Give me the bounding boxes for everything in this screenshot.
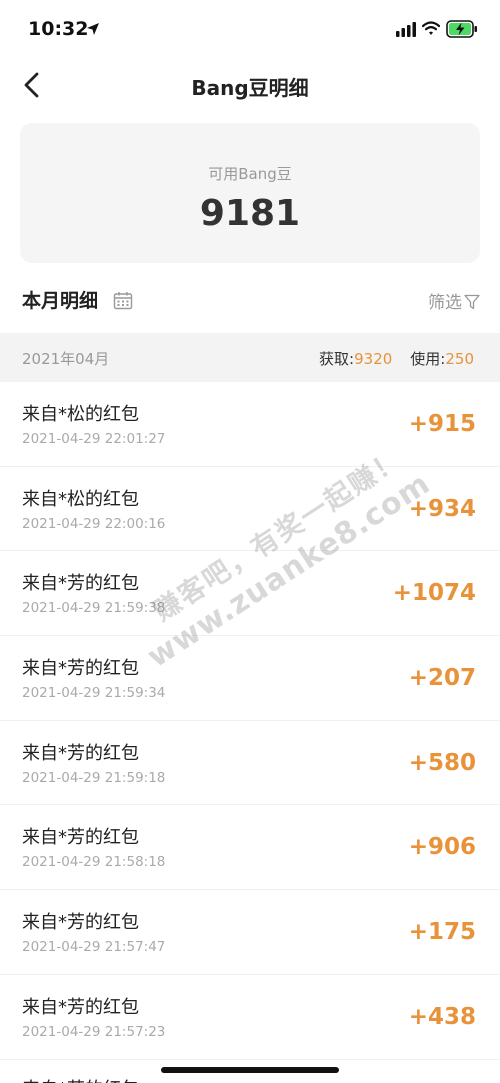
list-item[interactable]: 来自*芳的红包 2021-04-29 21:58:18 +906 xyxy=(0,805,500,891)
balance-card: 可用Bang豆 9181 xyxy=(20,123,480,263)
signal-icon xyxy=(396,22,416,37)
transaction-amount: +580 xyxy=(408,749,476,776)
month-label: 2021年04月 xyxy=(22,350,110,368)
transaction-title: 来自*芳的红包 xyxy=(22,827,139,849)
transaction-title: 来自*芳的红包 xyxy=(22,1075,139,1083)
balance-value: 9181 xyxy=(199,193,301,234)
calendar-icon[interactable] xyxy=(113,291,133,310)
transaction-amount: +175 xyxy=(408,919,476,946)
filter-funnel-icon xyxy=(464,294,480,310)
transaction-time: 2021-04-29 22:01:27 xyxy=(22,431,166,447)
transaction-title: 来自*芳的红包 xyxy=(22,658,139,680)
list-item[interactable]: 来自*松的红包 2021-04-29 22:01:27 +915 xyxy=(0,382,500,467)
list-item[interactable]: 来自*芳的红包 2021-04-29 21:59:34 +207 xyxy=(0,636,500,721)
transaction-time: 2021-04-29 21:58:18 xyxy=(22,854,166,871)
filter-button[interactable]: 筛选 xyxy=(428,288,480,313)
transaction-title: 来自*芳的红包 xyxy=(22,996,139,1018)
transaction-title: 来自*松的红包 xyxy=(22,488,139,510)
transaction-amount: +906 xyxy=(408,834,476,861)
home-indicator[interactable] xyxy=(161,1067,339,1073)
transaction-time: 2021-04-29 21:59:38 xyxy=(22,600,166,617)
month-summary-bar: 2021年04月 获取:9320 使用:250 xyxy=(0,333,500,382)
status-bar: 10:32 xyxy=(0,0,500,60)
status-time: 10:32 xyxy=(28,18,89,40)
balance-label: 可用Bang豆 xyxy=(208,165,292,183)
section-title: 本月明细 xyxy=(22,290,99,312)
used-value: 250 xyxy=(445,350,474,368)
transaction-title: 来自*芳的红包 xyxy=(22,912,139,934)
transaction-time: 2021-04-29 21:59:34 xyxy=(22,685,166,702)
transaction-title: 来自*芳的红包 xyxy=(22,573,139,595)
list-item[interactable]: 来自*松的红包 2021-04-29 22:00:16 +934 xyxy=(0,467,500,552)
transaction-amount: +934 xyxy=(408,495,476,522)
location-arrow-icon xyxy=(87,23,99,35)
transaction-amount: +438 xyxy=(408,1003,476,1030)
transaction-amount: +915 xyxy=(408,411,476,437)
nav-bar: Bang豆明细 xyxy=(0,60,500,112)
month-stats: 获取:9320 使用:250 xyxy=(319,348,474,369)
earned-value: 9320 xyxy=(354,350,393,368)
transaction-list: 来自*松的红包 2021-04-29 22:01:27 +915 来自*松的红包… xyxy=(0,382,500,1060)
used-label: 使用: xyxy=(410,350,446,368)
transaction-amount: +207 xyxy=(408,665,476,692)
transaction-time: 2021-04-29 22:00:16 xyxy=(22,515,166,532)
filter-label: 筛选 xyxy=(428,293,462,313)
transaction-title: 来自*芳的红包 xyxy=(22,742,139,764)
list-item[interactable]: 来自*芳的红包 2021-04-29 21:57:23 +438 xyxy=(0,975,500,1060)
earned-label: 获取: xyxy=(319,350,355,368)
transaction-time: 2021-04-29 21:57:47 xyxy=(22,939,166,956)
battery-charging-icon xyxy=(446,20,477,38)
transaction-time: 2021-04-29 21:57:23 xyxy=(22,1023,166,1040)
list-item[interactable]: 来自*芳的红包 2021-04-29 21:59:38 +1074 xyxy=(0,551,500,637)
wifi-icon xyxy=(422,21,440,35)
page-title: Bang豆明细 xyxy=(191,76,309,100)
transaction-time: 2021-04-29 21:59:18 xyxy=(22,769,166,786)
list-item[interactable]: 来自*芳的红包 2021-04-29 21:59:18 +580 xyxy=(0,721,500,806)
list-item[interactable]: 来自*芳的红包 2021-04-29 21:57:47 +175 xyxy=(0,890,500,975)
transaction-amount: +1074 xyxy=(392,580,476,607)
transaction-title: 来自*松的红包 xyxy=(22,404,139,425)
